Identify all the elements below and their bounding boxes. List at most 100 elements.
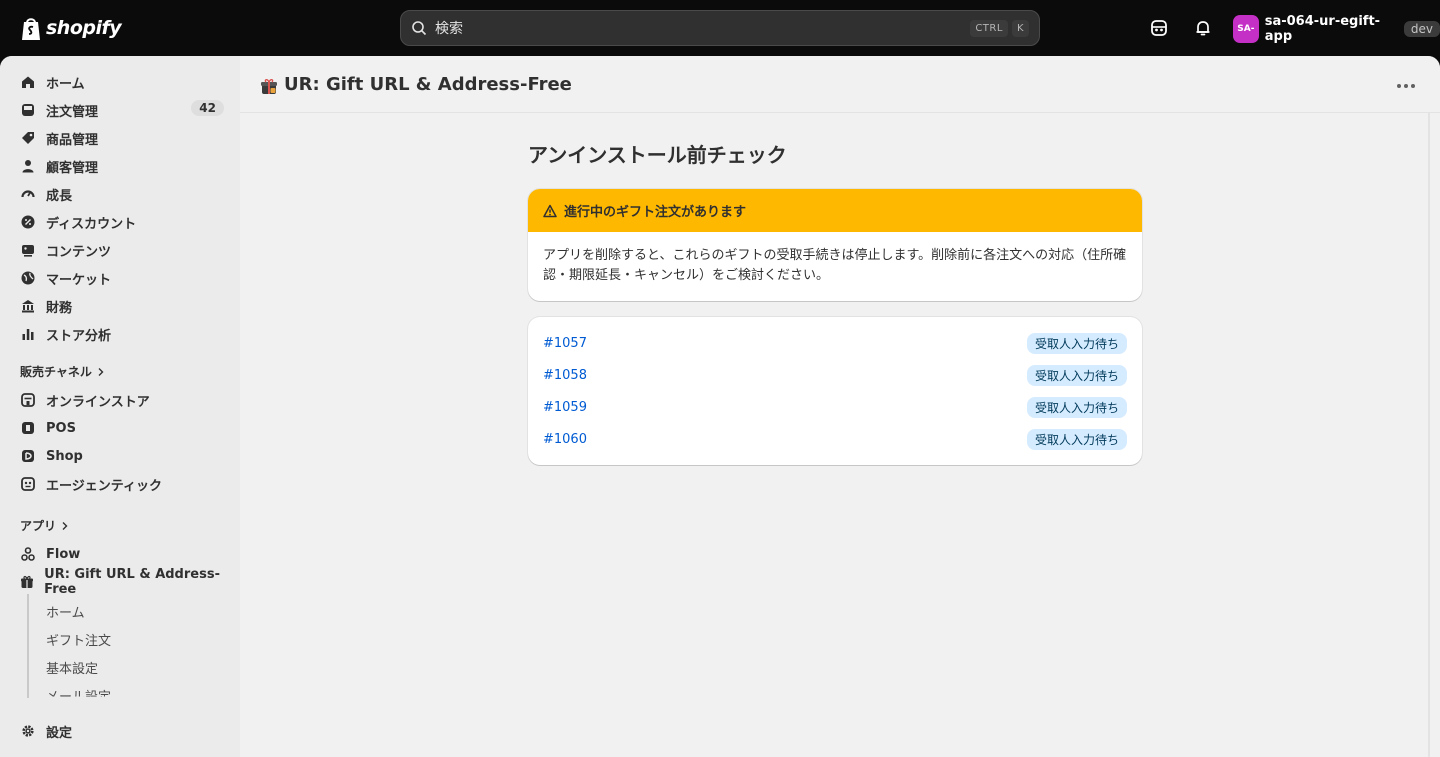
sidebar-item-label: 財務 <box>46 300 73 316</box>
search-icon <box>412 21 427 36</box>
bar-chart-icon <box>20 326 36 342</box>
shopify-bag-icon <box>22 18 40 40</box>
bank-icon <box>20 298 36 314</box>
order-link[interactable]: #1059 <box>543 400 587 415</box>
status-badge: 受取人入力待ち <box>1026 364 1127 386</box>
shortcut-key: K <box>1011 19 1029 37</box>
sidebar-item-agentic[interactable]: エージェンティック <box>12 470 228 498</box>
sidebar-item-flow[interactable]: Flow <box>12 540 228 568</box>
sidebar-item-shop[interactable]: Shop <box>12 442 228 470</box>
notifications-button[interactable] <box>1192 17 1214 39</box>
sidebar-item-pos[interactable]: POS <box>12 414 228 442</box>
flow-icon <box>20 546 36 562</box>
sidebar-item-label: 注文管理 <box>46 104 99 120</box>
gift-icon <box>20 574 34 590</box>
sidebar-item-content[interactable]: コンテンツ <box>12 236 228 264</box>
content-icon <box>20 242 36 258</box>
scrollbar[interactable] <box>1428 113 1430 757</box>
more-dots-icon <box>1397 84 1401 88</box>
sidebar-item-label: POS <box>46 420 76 436</box>
sidebar-item-markets[interactable]: マーケット <box>12 264 228 292</box>
sidebar-item-home[interactable]: ホーム <box>12 68 228 96</box>
sidebar-item-discounts[interactable]: ディスカウント <box>12 208 228 236</box>
store-menu[interactable]: SA- sa-064-ur-egift-app dev <box>1233 14 1440 44</box>
search-placeholder: 検索 <box>435 21 463 37</box>
agentic-icon <box>20 476 36 492</box>
admin-frame: ホーム 注文管理 42 商品管理 顧客管理 成長 ディスカウント コンテンツ マ… <box>0 56 1440 757</box>
store-avatar: SA- <box>1233 15 1259 43</box>
sidebar-item-products[interactable]: 商品管理 <box>12 124 228 152</box>
more-dots-icon-dot <box>1411 84 1415 88</box>
sidebar-item-analytics[interactable]: ストア分析 <box>12 320 228 348</box>
sidebar-item-gift-app[interactable]: UR: Gift URL & Address-Free <box>12 567 228 597</box>
search-input[interactable]: 検索 CTRL K <box>400 10 1040 46</box>
alert-triangle-icon <box>543 204 557 217</box>
sidebar-item-label: 設定 <box>46 725 73 741</box>
sidebar-item-label: 顧客管理 <box>46 160 99 176</box>
status-badge: 受取人入力待ち <box>1026 428 1127 450</box>
sales-channels-heading[interactable]: 販売チャネル <box>20 363 105 380</box>
sidebar-item-label: 商品管理 <box>46 132 99 148</box>
apps-title: アプリ <box>20 519 57 533</box>
sidebar-item-label: マーケット <box>46 272 112 288</box>
home-icon <box>20 74 36 90</box>
shopify-logo[interactable]: shopify <box>20 15 122 41</box>
online-store-icon <box>20 392 36 408</box>
list-item: #1060 受取人入力待ち <box>543 428 1127 450</box>
warning-banner: 進行中のギフト注文があります アプリを削除すると、これらのギフトの受取手続きは停… <box>528 189 1142 301</box>
orders-icon <box>20 102 36 118</box>
logo-text: shopify <box>46 17 122 39</box>
pos-icon <box>20 420 36 436</box>
gauge-icon <box>20 186 36 202</box>
app-gift-icon <box>261 79 277 94</box>
shortcut-ctrl: CTRL <box>970 19 1008 37</box>
app-title: UR: Gift URL & Address-Free <box>284 74 572 95</box>
store-activity-button[interactable] <box>1148 17 1170 39</box>
bell-icon <box>1196 21 1210 36</box>
sidebar-item-customers[interactable]: 顧客管理 <box>12 152 228 180</box>
discount-icon <box>20 214 36 230</box>
main-content: UR: Gift URL & Address-Free アンインストール前チェッ… <box>240 56 1440 757</box>
app-subitem-mail-settings[interactable]: メール設定 <box>46 686 111 696</box>
sidebar-item-orders[interactable]: 注文管理 42 <box>12 96 228 124</box>
order-link[interactable]: #1058 <box>543 368 587 383</box>
warning-banner-title: 進行中のギフト注文があります <box>564 205 747 220</box>
order-link[interactable]: #1057 <box>543 336 587 351</box>
orders-count-badge: 42 <box>191 100 224 116</box>
sidebar-item-growth[interactable]: 成長 <box>12 180 228 208</box>
top-bar: shopify 検索 CTRL K SA- sa-064-ur-egift-ap… <box>0 0 1440 56</box>
sidebar-item-online-store[interactable]: オンラインストア <box>12 386 228 414</box>
app-subitem-home[interactable]: ホーム <box>46 602 85 621</box>
person-icon <box>20 158 36 174</box>
sidebar-item-label: 成長 <box>46 188 73 204</box>
page-title: アンインストール前チェック <box>528 143 787 167</box>
sidebar-item-label: オンラインストア <box>46 394 150 410</box>
order-link[interactable]: #1060 <box>543 432 587 447</box>
sidebar-item-finance[interactable]: 財務 <box>12 292 228 320</box>
more-dots-icon-dot <box>1404 84 1408 88</box>
sidebar-item-label: UR: Gift URL & Address-Free <box>44 567 220 597</box>
chevron-right-icon <box>62 521 68 530</box>
more-actions-button[interactable] <box>1394 76 1418 96</box>
list-item: #1057 受取人入力待ち <box>543 332 1127 354</box>
list-item: #1058 受取人入力待ち <box>543 364 1127 386</box>
sidebar-item-label: エージェンティック <box>46 478 162 494</box>
app-subitem-basic-settings[interactable]: 基本設定 <box>46 658 98 677</box>
app-subitem-gift-orders[interactable]: ギフト注文 <box>46 630 111 649</box>
sidebar-item-label: ホーム <box>46 76 85 92</box>
list-item: #1059 受取人入力待ち <box>543 396 1127 418</box>
dev-badge: dev <box>1403 21 1440 37</box>
sidebar-item-label: ストア分析 <box>46 328 112 344</box>
sales-channels-title: 販売チャネル <box>20 365 92 379</box>
shop-icon <box>20 448 36 464</box>
status-badge: 受取人入力待ち <box>1026 396 1127 418</box>
sidebar-item-label: コンテンツ <box>46 244 112 260</box>
warning-banner-body: アプリを削除すると、これらのギフトの受取手続きは停止します。削除前に各注文への対… <box>543 248 1127 283</box>
apps-heading[interactable]: アプリ <box>20 517 69 534</box>
store-name: sa-064-ur-egift-app <box>1264 14 1381 44</box>
pending-orders-card: #1057 受取人入力待ち #1058 受取人入力待ち #1059 受取人入力待… <box>528 317 1142 465</box>
globe-icon <box>20 270 36 286</box>
sidebar: ホーム 注文管理 42 商品管理 顧客管理 成長 ディスカウント コンテンツ マ… <box>0 56 240 757</box>
sidebar-item-settings[interactable]: 設定 <box>12 717 228 745</box>
tag-icon <box>20 130 36 146</box>
